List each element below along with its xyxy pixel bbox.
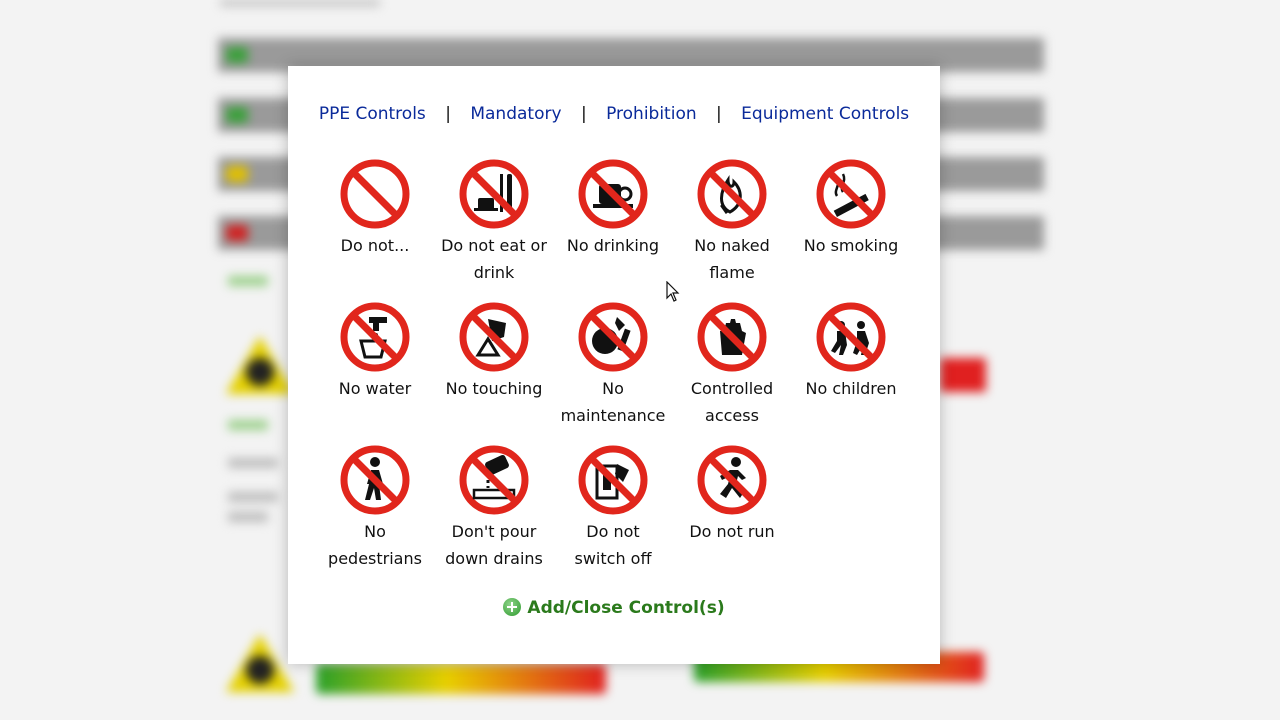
- sign-label: No naked: [694, 236, 770, 255]
- sign-label: Controlled: [690, 379, 774, 398]
- no-prohibition-icon: [340, 159, 410, 229]
- do-not-run-icon: [697, 445, 767, 515]
- sign-option[interactable]: Do not eat or drink: [434, 158, 554, 286]
- no-eat-drink-icon: [459, 159, 529, 229]
- sign-option[interactable]: No drinking: [553, 158, 673, 259]
- sign-label: Do not...: [340, 236, 410, 255]
- sign-option[interactable]: No water: [315, 301, 435, 402]
- sign-label-line2: maintenance: [560, 406, 666, 425]
- sign-label: No touching: [445, 379, 543, 398]
- no-naked-flame-icon: [697, 159, 767, 229]
- sign-option[interactable]: Do not...: [315, 158, 435, 259]
- sign-label-line2: pedestrians: [328, 549, 422, 568]
- no-pour-drains-icon: [459, 445, 529, 515]
- sign-option[interactable]: Don't pour down drains: [434, 444, 554, 572]
- sign-option[interactable]: No children: [791, 301, 911, 402]
- tab-equipment-controls[interactable]: Equipment Controls: [741, 104, 909, 124]
- sign-label: Do not eat or: [441, 236, 547, 255]
- tab-separator: |: [580, 104, 587, 124]
- mouse-cursor-icon: [666, 281, 680, 302]
- prohibition-controls-dialog: PPE Controls | Mandatory | Prohibition |…: [288, 66, 940, 664]
- sign-label-line2: access: [705, 406, 759, 425]
- sign-option[interactable]: Do not run: [672, 444, 792, 545]
- tab-prohibition[interactable]: Prohibition: [606, 104, 697, 124]
- sign-option[interactable]: No smoking: [791, 158, 911, 259]
- no-water-icon: [340, 302, 410, 372]
- sign-label-line2: drink: [473, 263, 515, 282]
- sign-option[interactable]: Controlled access: [672, 301, 792, 429]
- sign-label: No smoking: [803, 236, 899, 255]
- sign-label: Do not: [586, 522, 640, 541]
- sign-label: Do not run: [689, 522, 775, 541]
- sign-label: Don't pour: [451, 522, 537, 541]
- add-plus-icon: [503, 598, 522, 616]
- sign-label: No: [364, 522, 386, 541]
- sign-label: No children: [805, 379, 897, 398]
- controlled-access-icon: [697, 302, 767, 372]
- do-not-switch-off-icon: [578, 445, 648, 515]
- sign-label-line2: switch off: [574, 549, 652, 568]
- sign-label-line2: down drains: [445, 549, 543, 568]
- no-pedestrians-icon: [340, 445, 410, 515]
- tab-ppe-controls[interactable]: PPE Controls: [319, 104, 426, 124]
- no-drinking-icon: [578, 159, 648, 229]
- control-category-tabs: PPE Controls | Mandatory | Prohibition |…: [288, 104, 940, 124]
- no-children-icon: [816, 302, 886, 372]
- sign-option[interactable]: Do not switch off: [553, 444, 673, 572]
- sign-label: No water: [338, 379, 412, 398]
- sign-label-line2: flame: [709, 263, 755, 282]
- sign-option[interactable]: No pedestrians: [315, 444, 435, 572]
- sign-option[interactable]: No touching: [434, 301, 554, 402]
- no-smoking-icon: [816, 159, 886, 229]
- tab-mandatory[interactable]: Mandatory: [470, 104, 561, 124]
- tab-separator: |: [445, 104, 451, 124]
- sign-option[interactable]: No naked flame: [672, 158, 792, 286]
- tab-separator: |: [716, 104, 722, 124]
- add-close-controls-button[interactable]: Add/Close Control(s): [288, 598, 940, 618]
- no-maintenance-icon: [578, 302, 648, 372]
- sign-label: No: [602, 379, 624, 398]
- sign-option[interactable]: No maintenance: [553, 301, 673, 429]
- no-touching-icon: [459, 302, 529, 372]
- add-close-label: Add/Close Control(s): [527, 598, 725, 618]
- sign-label: No drinking: [566, 236, 660, 255]
